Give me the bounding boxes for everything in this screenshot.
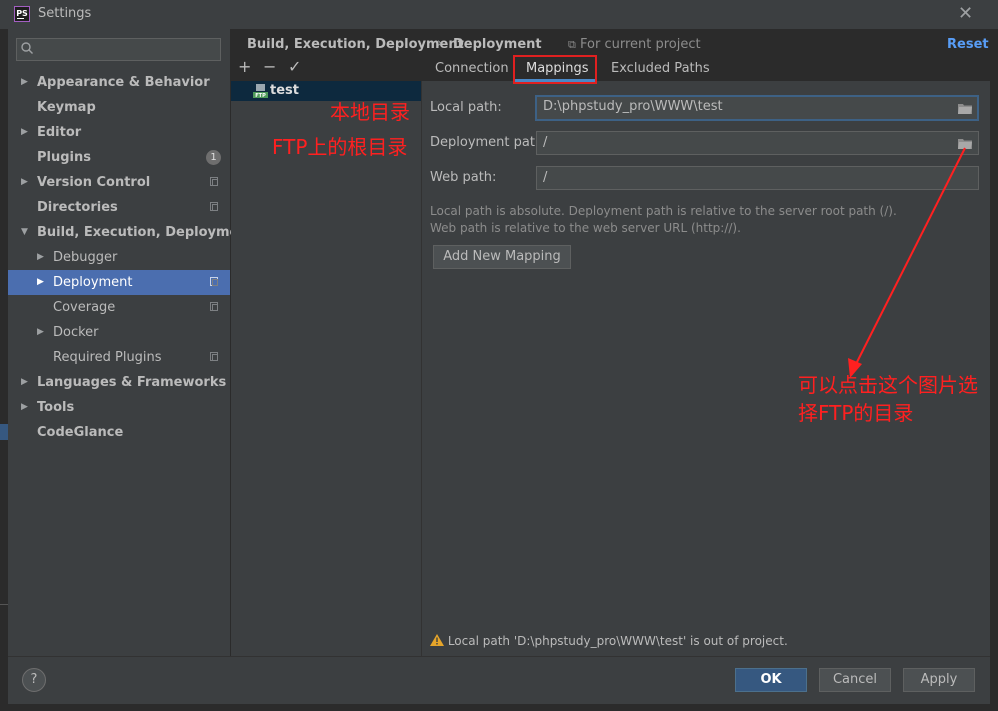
web-path-label: Web path: (430, 170, 497, 185)
server-list (231, 81, 421, 656)
mapping-help-text-2: Web path is relative to the web server U… (430, 221, 741, 235)
sidebar-item-label: CodeGlance (37, 425, 124, 440)
settings-search-input[interactable] (16, 38, 221, 61)
reset-link[interactable]: Reset (947, 37, 989, 52)
chevron-right-icon: ▶ (37, 277, 44, 287)
sidebar-item-version-control[interactable]: ▶ Version Control (8, 170, 230, 195)
sidebar-item-debugger[interactable]: ▶ Debugger (8, 245, 230, 270)
tab-excluded-paths[interactable]: Excluded Paths (611, 61, 710, 81)
chevron-down-icon: ▼ (21, 227, 28, 237)
warning-text: Local path 'D:\phpstudy_pro\WWW\test' is… (447, 634, 788, 648)
sidebar-item-languages-frameworks[interactable]: ▶ Languages & Frameworks (8, 370, 230, 395)
project-scope-icon: ⧉ (568, 38, 576, 51)
chevron-right-icon: ▶ (37, 327, 44, 337)
sidebar-item-codeglance[interactable]: CodeGlance (8, 420, 230, 445)
breadcrumb-separator: › (437, 36, 443, 51)
pane-divider[interactable] (421, 81, 422, 656)
annotation-highlight-box (513, 55, 597, 84)
help-button[interactable]: ? (22, 668, 46, 692)
chevron-right-icon: ▶ (21, 127, 28, 137)
sidebar-item-build-execution-deployment[interactable]: ▼ Build, Execution, Deployment (8, 220, 254, 245)
title-bar (0, 0, 998, 29)
tab-connection[interactable]: Connection (435, 61, 509, 81)
sidebar-item-label: Version Control (37, 175, 151, 190)
warning-icon (430, 634, 444, 646)
sidebar-item-coverage[interactable]: Coverage (8, 295, 230, 320)
sidebar-item-label: Keymap (37, 100, 96, 115)
sidebar-item-deployment[interactable]: ▶ Deployment (8, 270, 230, 295)
scope-text: For current project (580, 37, 701, 52)
annotation-hint-line2: 择FTP的目录 (798, 401, 914, 425)
search-icon (21, 42, 33, 54)
chevron-right-icon: ▶ (21, 177, 28, 187)
chevron-right-icon: ▶ (21, 77, 28, 87)
project-scope-icon (210, 277, 218, 286)
server-name: test (270, 83, 299, 98)
breadcrumb-current: Deployment (453, 37, 542, 52)
sidebar-item-editor[interactable]: ▶ Editor (8, 120, 230, 145)
annotation-local-dir: 本地目录 (330, 100, 410, 124)
project-scope-icon (210, 202, 218, 211)
sidebar-item-label: Coverage (53, 300, 116, 315)
sidebar-item-label: Plugins (37, 150, 91, 165)
server-list-toolbar: + − ✓ (231, 57, 421, 81)
right-edge-strip (990, 29, 998, 711)
project-scope-icon (210, 352, 218, 361)
sidebar-item-label: Appearance & Behavior (37, 75, 210, 90)
sidebar-item-label: Debugger (53, 250, 118, 265)
sidebar-item-label: Tools (37, 400, 75, 415)
add-new-mapping-button[interactable]: Add New Mapping (433, 245, 571, 269)
phpstorm-app-icon: PS (14, 6, 30, 22)
plugins-update-badge: 1 (206, 150, 221, 165)
deployment-path-label: Deployment path: (430, 135, 548, 150)
left-edge-strip (0, 29, 8, 711)
out-of-project-warning: Local path 'D:\phpstudy_pro\WWW\test' is… (430, 634, 788, 648)
chevron-right-icon: ▶ (37, 252, 44, 262)
sidebar-item-appearance-behavior[interactable]: ▶ Appearance & Behavior (8, 70, 230, 95)
mapping-help-text-1: Local path is absolute. Deployment path … (430, 204, 897, 218)
scope-label: ⧉ For current project (568, 37, 701, 52)
chevron-right-icon: ▶ (21, 377, 28, 387)
apply-button[interactable]: Apply (903, 668, 975, 692)
sidebar-item-keymap[interactable]: Keymap (8, 95, 230, 120)
svg-text:FTP: FTP (255, 93, 266, 98)
sidebar-item-label: Editor (37, 125, 82, 140)
remove-server-button[interactable]: − (263, 57, 276, 76)
annotation-ftp-root: FTP上的根目录 (272, 135, 408, 159)
sidebar-item-label: Deployment (53, 275, 133, 290)
local-path-field[interactable]: D:\phpstudy_pro\WWW\test (535, 95, 979, 121)
sidebar-item-tools[interactable]: ▶ Tools (8, 395, 230, 420)
sidebar-item-label: Directories (37, 200, 118, 215)
bottom-edge-strip (0, 604, 998, 711)
folder-icon[interactable] (958, 103, 972, 114)
sidebar-item-plugins[interactable]: Plugins 1 (8, 145, 230, 170)
project-scope-icon (210, 177, 218, 186)
sidebar-item-label: Build, Execution, Deployment (37, 225, 254, 240)
sidebar-item-label: Languages & Frameworks (37, 375, 227, 390)
chevron-right-icon: ▶ (21, 402, 28, 412)
close-icon[interactable]: ✕ (958, 3, 973, 24)
local-path-label: Local path: (430, 100, 502, 115)
add-server-button[interactable]: + (238, 57, 251, 76)
sidebar-item-directories[interactable]: Directories (8, 195, 230, 220)
ftp-server-icon: FTP (253, 84, 268, 98)
project-scope-icon (210, 302, 218, 311)
use-as-default-button[interactable]: ✓ (288, 57, 301, 76)
sidebar-item-label: Docker (53, 325, 99, 340)
sidebar-item-required-plugins[interactable]: Required Plugins (8, 345, 230, 370)
sidebar-item-label: Required Plugins (53, 350, 162, 365)
ok-button[interactable]: OK (735, 668, 807, 692)
annotation-arrow (848, 147, 966, 378)
sidebar-item-docker[interactable]: ▶ Docker (8, 320, 230, 345)
breadcrumb-parent: Build, Execution, Deployment (247, 37, 464, 52)
window-title: Settings (38, 6, 92, 21)
cancel-button[interactable]: Cancel (819, 668, 891, 692)
